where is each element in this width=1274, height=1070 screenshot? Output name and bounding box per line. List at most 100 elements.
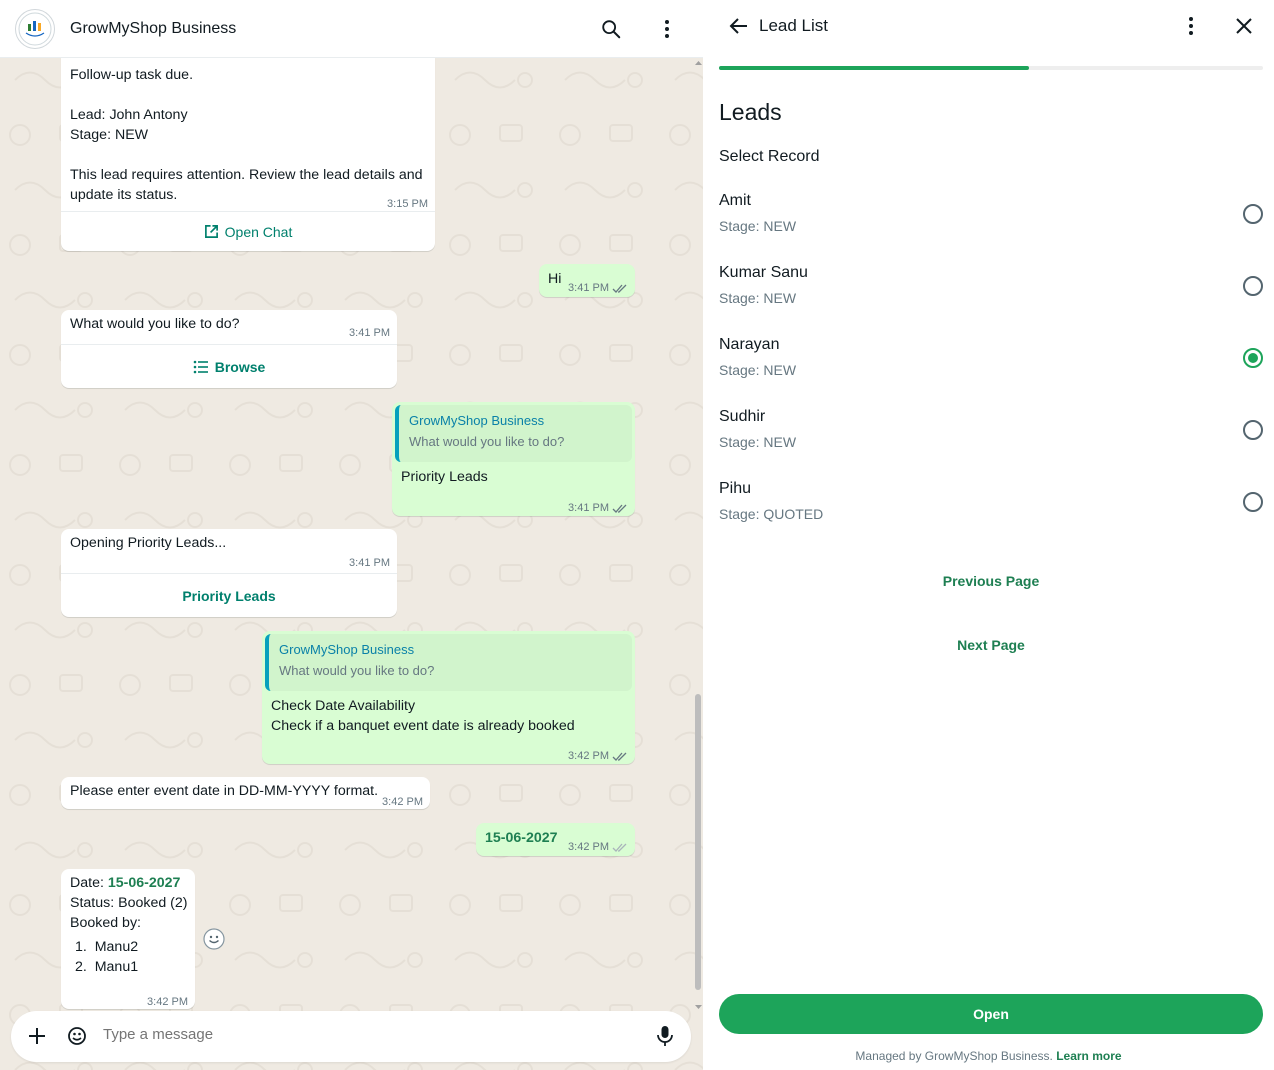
lead-stage: Stage: QUOTED [719,506,824,522]
delivered-receipt-icon [612,843,627,852]
lead-option-kumar-sanu[interactable]: Kumar Sanu Stage: NEW [719,264,1263,324]
microphone-icon[interactable] [655,1025,675,1047]
read-receipt-icon [612,504,627,513]
growmyshop-logo-icon [18,12,52,45]
lead-name: Narayan [719,336,780,353]
external-link-icon [204,225,218,238]
scroll-up-icon[interactable] [694,58,703,68]
quoted-message[interactable]: GrowMyShop Business What would you like … [395,405,632,462]
previous-page-button[interactable]: Previous Page [719,573,1263,589]
lead-radio[interactable] [1243,420,1263,440]
priority-leads-label: Priority Leads [182,587,276,604]
scroll-down-icon[interactable] [694,1002,703,1012]
message-enter-date: Please enter event date in DD-MM-YYYY fo… [61,777,430,809]
message-check-date-reply: GrowMyShop Business What would you like … [262,631,635,764]
message-time: 3:42 PM [147,992,188,1012]
message-time: 3:42 PM [382,792,423,812]
date-label: Date: [70,875,108,891]
more-options-icon[interactable] [652,14,682,44]
booked-by-label: Booked by: [70,915,141,931]
status-line: Status: Booked (2) [70,895,188,911]
message-time: 3:42 PM [568,746,628,766]
message-hi: Hi 3:41 PM [539,264,635,297]
lead-option-narayan[interactable]: Narayan Stage: NEW [719,336,1263,396]
message-composer [11,1011,691,1062]
message-time-text: 3:42 PM [382,796,423,808]
browse-button[interactable]: Browse [61,344,397,388]
quoted-text: What would you like to do? [279,663,435,678]
lead-option-amit[interactable]: Amit Stage: NEW [719,192,1263,252]
open-chat-button[interactable]: Open Chat [61,211,435,251]
message-input[interactable] [103,1026,623,1043]
panel-title: Lead List [759,16,828,35]
message-text: Hi [548,271,562,287]
scroll-thumb[interactable] [695,694,701,990]
message-followup-body: Follow-up task due. Lead: John Antony St… [70,65,430,205]
lead-radio[interactable] [1243,492,1263,512]
lead-stage: Stage: NEW [719,362,797,378]
message-line: Stage: NEW [70,127,149,143]
list-icon [193,360,208,373]
close-icon[interactable] [1235,17,1253,35]
lead-option-sudhir[interactable]: Sudhir Stage: NEW [719,408,1263,468]
message-menu-prompt: What would you like to do? 3:41 PM Brows… [61,310,397,388]
priority-leads-button[interactable]: Priority Leads [61,573,397,617]
list-item: 1. Manu2 [75,939,139,955]
lead-name: Pihu [719,480,752,497]
read-receipt-icon [612,752,627,761]
react-emoji-icon[interactable] [203,928,225,950]
chat-scrollbar[interactable] [694,58,703,1012]
message-time: 3:41 PM [349,323,390,343]
quoted-message[interactable]: GrowMyShop Business What would you like … [265,634,632,691]
chat-pane: GrowMyShop Business Follow-up task due. … [0,0,703,1070]
message-followup: Follow-up task due. Lead: John Antony St… [61,50,435,251]
message-line: Follow-up task due. [70,67,194,83]
sticker-icon[interactable] [66,1025,88,1047]
progress-fill [719,66,1030,70]
message-time: 3:41 PM [349,553,390,573]
business-avatar[interactable] [15,8,55,49]
learn-more-link[interactable]: Learn more [1056,1049,1121,1063]
read-receipt-icon [612,284,627,293]
chat-header: GrowMyShop Business [0,0,703,58]
lead-stage: Stage: NEW [719,218,797,234]
message-line: Check if a banquet event date is already… [271,718,575,734]
quoted-sender: GrowMyShop Business [409,413,545,428]
progress-bar [719,66,1263,70]
list-item: 2. Manu1 [75,959,139,975]
message-time-text: 3:41 PM [568,282,609,294]
message-time-text: 3:41 PM [568,502,609,514]
message-text: Please enter event date in DD-MM-YYYY fo… [70,783,379,799]
open-chat-label: Open Chat [224,223,293,240]
leads-heading: Leads [719,99,782,125]
quoted-text: What would you like to do? [409,434,565,449]
message-line: Check Date Availability [271,698,416,714]
message-time-text: 3:42 PM [568,750,609,762]
message-text: 15-06-2027 [485,830,558,846]
message-text: What would you like to do? [70,316,240,332]
message-text: Priority Leads [401,469,488,485]
lead-radio[interactable] [1243,204,1263,224]
lead-list-panel: Lead List Leads Select Record Amit Stage… [703,0,1274,1070]
browse-label: Browse [214,358,266,375]
select-record-label: Select Record [719,148,820,165]
message-line: update its status. [70,187,178,203]
message-time-text: 3:42 PM [147,996,188,1008]
attach-plus-icon[interactable] [27,1026,47,1046]
booked-list: 1. Manu2 2. Manu1 [70,937,195,977]
panel-more-options-icon[interactable] [1188,16,1194,36]
lead-option-pihu[interactable]: Pihu Stage: QUOTED [719,480,1263,540]
message-body: Date: 15-06-2027 Status: Booked (2) Book… [70,873,195,977]
lead-radio[interactable] [1243,276,1263,296]
search-icon[interactable] [596,14,626,44]
lead-radio[interactable] [1243,348,1263,368]
message-time-text: 3:41 PM [349,327,390,339]
message-time-text: 3:41 PM [349,557,390,569]
open-button[interactable]: Open [719,994,1263,1034]
lead-name: Sudhir [719,408,766,425]
next-page-button[interactable]: Next Page [719,637,1263,653]
message-priority-leads-reply: GrowMyShop Business What would you like … [392,402,635,516]
message-time: 3:41 PM [568,498,628,518]
back-arrow-icon[interactable] [728,15,750,37]
lead-name: Kumar Sanu [719,264,808,281]
